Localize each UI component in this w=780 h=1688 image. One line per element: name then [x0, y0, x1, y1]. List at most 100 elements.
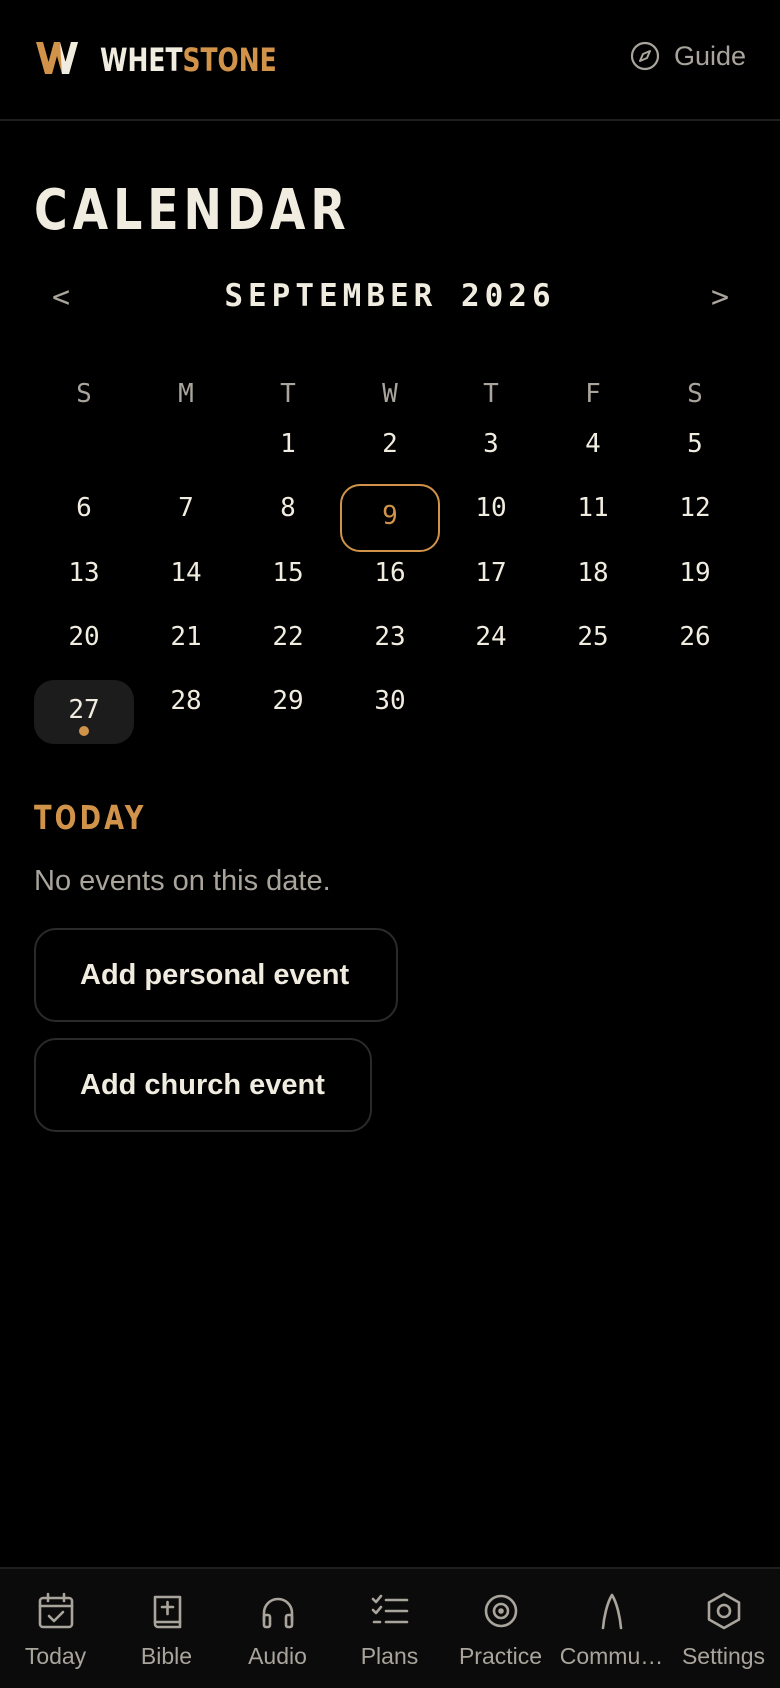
- calendar-day[interactable]: 16: [340, 543, 440, 607]
- app-header: WHETSTONE Guide: [0, 0, 780, 121]
- calendar-day[interactable]: 3: [441, 414, 541, 478]
- weekday-wed: W: [382, 379, 398, 409]
- day-number: 21: [170, 622, 202, 652]
- weekday-tue: T: [280, 379, 296, 409]
- day-number: 11: [577, 493, 609, 523]
- calendar-day[interactable]: 20: [34, 607, 134, 671]
- month-label: SEPTEMBER 2026: [224, 278, 556, 314]
- day-number: 19: [679, 558, 711, 588]
- tab-label: Bible: [140, 1643, 193, 1669]
- day-number: 7: [178, 493, 194, 523]
- calendar-day[interactable]: 23: [340, 607, 440, 671]
- calendar-day[interactable]: 14: [136, 543, 236, 607]
- checklist-icon: [371, 1594, 409, 1624]
- weekday-thu: T: [483, 379, 499, 409]
- calendar-day[interactable]: 10: [441, 478, 541, 542]
- guide-button[interactable]: Guide: [630, 36, 746, 76]
- weekday-fri: F: [585, 379, 601, 409]
- day-number: 10: [475, 493, 507, 523]
- calendar-day-selected[interactable]: 9: [340, 484, 440, 552]
- add-personal-event-button[interactable]: Add personal event: [34, 928, 398, 1022]
- calendar-check-icon: [38, 1592, 74, 1629]
- day-number: 29: [272, 686, 304, 716]
- day-number: 6: [76, 493, 92, 523]
- day-number: 22: [272, 622, 304, 652]
- next-month-button[interactable]: >: [695, 278, 745, 318]
- events-section-heading: TODAY: [34, 798, 147, 837]
- day-number: 9: [382, 501, 398, 531]
- tab-community[interactable]: Commu…: [556, 1569, 667, 1688]
- day-number: 24: [475, 622, 507, 652]
- day-number: 25: [577, 622, 609, 652]
- calendar-day[interactable]: 8: [238, 478, 338, 542]
- day-number: 30: [374, 686, 406, 716]
- calendar-day[interactable]: 26: [645, 607, 745, 671]
- calendar-day[interactable]: 1: [238, 414, 338, 478]
- hexagon-settings-icon: [707, 1592, 741, 1630]
- calendar-day[interactable]: 18: [543, 543, 643, 607]
- no-events-message: No events on this date.: [34, 865, 331, 897]
- calendar-day[interactable]: 24: [441, 607, 541, 671]
- calendar-day[interactable]: 5: [645, 414, 745, 478]
- tab-today[interactable]: Today: [0, 1569, 111, 1688]
- tab-plans[interactable]: Plans: [334, 1569, 445, 1688]
- calendar-day[interactable]: 11: [543, 478, 643, 542]
- tab-practice[interactable]: Practice: [445, 1569, 556, 1688]
- tab-label: Today: [24, 1643, 87, 1669]
- tab-label: Audio: [248, 1643, 307, 1669]
- day-number: 17: [475, 558, 507, 588]
- calendar-day[interactable]: 17: [441, 543, 541, 607]
- calendar-day[interactable]: 21: [136, 607, 236, 671]
- target-icon: [484, 1594, 518, 1628]
- calendar-day[interactable]: 15: [238, 543, 338, 607]
- whetstone-logo-icon: [36, 42, 78, 74]
- brand-name-first: WHET: [100, 41, 183, 79]
- tab-bible[interactable]: Bible: [111, 1569, 222, 1688]
- day-number: 8: [280, 493, 296, 523]
- day-number: 14: [170, 558, 202, 588]
- event-indicator-dot: [79, 726, 89, 736]
- bottom-tab-bar: Today Bible Audio Plans Practice Commu… …: [0, 1567, 780, 1688]
- day-number: 18: [577, 558, 609, 588]
- calendar-day[interactable]: 4: [543, 414, 643, 478]
- add-church-event-button[interactable]: Add church event: [34, 1038, 372, 1132]
- brand-name-second: STONE: [182, 41, 277, 79]
- calendar-day[interactable]: 30: [340, 671, 440, 735]
- calendar-day[interactable]: 6: [34, 478, 134, 542]
- tab-label: Plans: [360, 1643, 419, 1669]
- day-number: 23: [374, 622, 406, 652]
- day-number: 4: [585, 429, 601, 459]
- day-number: 28: [170, 686, 202, 716]
- tab-audio[interactable]: Audio: [222, 1569, 333, 1688]
- calendar-day[interactable]: 29: [238, 671, 338, 735]
- calendar-day[interactable]: 19: [645, 543, 745, 607]
- calendar-day[interactable]: 25: [543, 607, 643, 671]
- day-number: 5: [687, 429, 703, 459]
- tab-label: Settings: [681, 1643, 766, 1669]
- tab-label: Commu…: [559, 1643, 664, 1669]
- calendar-day[interactable]: 13: [34, 543, 134, 607]
- day-number: 20: [68, 622, 100, 652]
- weekday-sat: S: [687, 379, 703, 409]
- headphones-icon: [262, 1597, 294, 1629]
- steeple-icon: [601, 1593, 623, 1630]
- day-number: 15: [272, 558, 304, 588]
- day-number: 26: [679, 622, 711, 652]
- day-number: 3: [483, 429, 499, 459]
- day-number: 2: [382, 429, 398, 459]
- weekday-mon: M: [178, 379, 194, 409]
- guide-label: Guide: [673, 40, 746, 71]
- calendar-day[interactable]: 7: [136, 478, 236, 542]
- calendar-day[interactable]: 2: [340, 414, 440, 478]
- day-number: 1: [280, 429, 296, 459]
- day-number: 13: [68, 558, 100, 588]
- calendar-day[interactable]: 12: [645, 478, 745, 542]
- tab-label: Practice: [458, 1643, 543, 1669]
- day-number: 12: [679, 493, 711, 523]
- page-title: CALENDAR: [34, 178, 351, 243]
- calendar-day[interactable]: 22: [238, 607, 338, 671]
- calendar-day[interactable]: 28: [136, 671, 236, 735]
- calendar-day-today[interactable]: 27: [34, 680, 134, 744]
- compass-icon: [630, 41, 660, 71]
- tab-settings[interactable]: Settings: [668, 1569, 779, 1688]
